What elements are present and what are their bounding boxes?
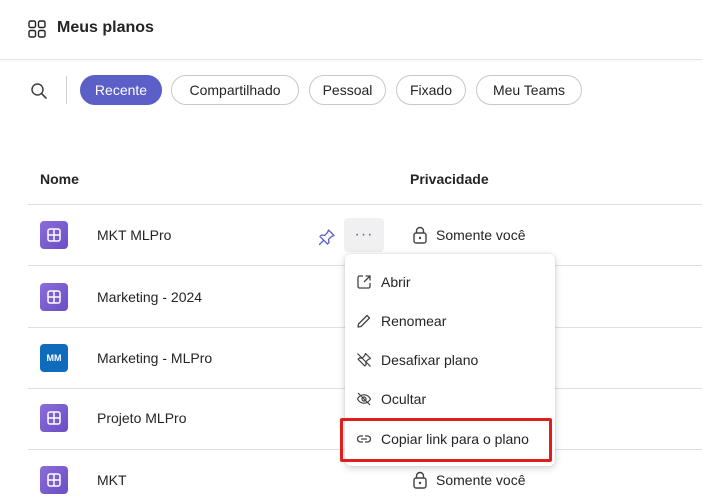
menu-item-desafixar[interactable]: Desafixar plano — [345, 341, 555, 379]
menu-item-ocultar[interactable]: Ocultar — [345, 380, 555, 418]
page-title: Meus planos — [57, 19, 154, 36]
lock-icon — [413, 471, 427, 489]
filter-recente[interactable]: Recente — [80, 75, 162, 105]
menu-item-label: Ocultar — [381, 391, 427, 407]
plan-name[interactable]: Marketing - MLPro — [97, 350, 212, 366]
lock-icon — [413, 226, 427, 244]
menu-item-label: Renomear — [381, 313, 447, 329]
plan-name[interactable]: MKT MLPro — [97, 227, 171, 243]
eye-off-icon — [356, 392, 372, 406]
plan-name[interactable]: MKT — [97, 472, 127, 488]
more-options-button[interactable]: ··· — [344, 218, 384, 252]
filter-divider — [66, 76, 67, 104]
privacy-label: Somente você — [436, 472, 526, 488]
row-divider — [28, 204, 702, 205]
menu-item-label: Abrir — [381, 274, 411, 290]
search-icon[interactable] — [30, 82, 48, 100]
filter-pessoal[interactable]: Pessoal — [309, 75, 386, 105]
unpin-icon — [357, 352, 372, 367]
planner-icon — [40, 221, 68, 249]
planner-icon — [40, 466, 68, 494]
menu-item-renomear[interactable]: Renomear — [345, 302, 555, 340]
privacy-label: Somente você — [436, 227, 526, 243]
filter-meu-teams[interactable]: Meu Teams — [476, 75, 582, 105]
plan-name[interactable]: Marketing - 2024 — [97, 289, 202, 305]
highlight-box — [340, 418, 552, 462]
menu-item-label: Desafixar plano — [381, 352, 479, 368]
privacy-cell: Somente você — [412, 471, 526, 489]
pin-icon[interactable] — [318, 228, 336, 246]
menu-item-abrir[interactable]: Abrir — [345, 263, 555, 301]
header-divider — [0, 59, 702, 60]
column-header-nome[interactable]: Nome — [40, 171, 79, 187]
planner-icon — [40, 283, 68, 311]
plan-name[interactable]: Projeto MLPro — [97, 410, 186, 426]
privacy-cell: Somente você — [412, 226, 526, 244]
planner-icon — [40, 404, 68, 432]
open-external-icon — [357, 275, 371, 289]
column-header-privacidade[interactable]: Privacidade — [410, 171, 489, 187]
filter-compartilhado[interactable]: Compartilhado — [171, 75, 299, 105]
grid-icon — [28, 20, 46, 38]
filter-fixado[interactable]: Fixado — [396, 75, 466, 105]
plan-initials-icon: MM — [40, 344, 68, 372]
pencil-icon — [357, 314, 371, 328]
